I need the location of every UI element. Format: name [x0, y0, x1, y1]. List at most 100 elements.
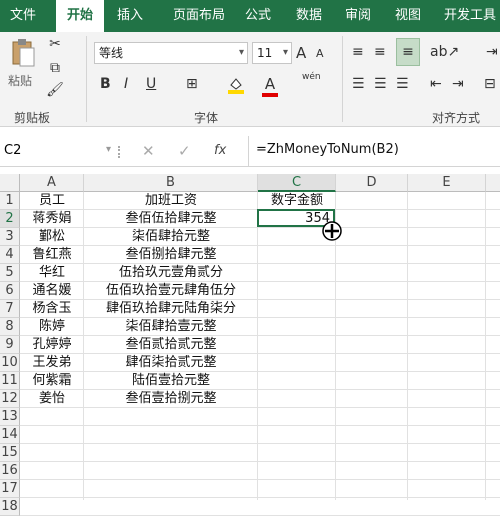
tab-data[interactable]: 数据 [286, 0, 332, 32]
cell-overtime-pay[interactable]: 肆佰柒拾贰元整 [84, 354, 258, 372]
font-name-dropdown[interactable]: 等线 ▾ [94, 42, 248, 64]
tab-page-layout[interactable]: 页面布局 [160, 0, 238, 32]
cell-overtime-pay[interactable]: 叁佰贰拾贰元整 [84, 336, 258, 354]
formula-input[interactable]: =ZhMoneyToNum(B2) [256, 142, 399, 157]
cell-overtime-pay[interactable]: 叁佰壹拾捌元整 [84, 390, 258, 408]
tab-review[interactable]: 审阅 [336, 0, 380, 32]
alignment-group-label: 对齐方式 [432, 111, 481, 125]
cell-overtime-pay[interactable]: 伍佰玖拾壹元肆角伍分 [84, 282, 258, 300]
header-cell-numeric-amount[interactable]: 数字金额 [258, 192, 336, 210]
column-header-c[interactable]: C [258, 174, 336, 192]
align-middle-icon[interactable]: ≡ [374, 44, 386, 60]
cell-overtime-pay[interactable]: 伍拾玖元壹角贰分 [84, 264, 258, 282]
column-header-e[interactable]: E [408, 174, 486, 192]
cell-employee[interactable]: 姜怡 [20, 390, 84, 408]
borders-icon[interactable]: ⊞ [186, 76, 198, 92]
row-header[interactable]: 9 [0, 336, 20, 354]
row-gridline [20, 425, 500, 426]
column-header-b[interactable]: B [84, 174, 258, 192]
row-header[interactable]: 14 [0, 426, 20, 444]
tab-view[interactable]: 视图 [386, 0, 430, 32]
row-header[interactable]: 5 [0, 264, 20, 282]
align-top-icon[interactable]: ≡ [352, 44, 364, 60]
row-gridline [20, 497, 500, 498]
font-size-dropdown[interactable]: 11 ▾ [252, 42, 292, 64]
row-header[interactable]: 15 [0, 444, 20, 462]
phonetic-guide-icon[interactable]: wén [302, 72, 321, 82]
row-header[interactable]: 10 [0, 354, 20, 372]
tab-developer[interactable]: 开发工具 [440, 0, 500, 32]
paste-icon[interactable] [10, 38, 36, 68]
insert-function-icon[interactable]: fx [214, 143, 226, 158]
name-box[interactable]: C2 [0, 140, 100, 162]
name-box-dropdown-icon[interactable]: ▾ [106, 144, 111, 155]
column-gridline [407, 192, 408, 500]
enter-icon[interactable]: ✓ [178, 142, 191, 160]
copy-icon[interactable]: ⧉ [46, 60, 64, 76]
row-header[interactable]: 17 [0, 480, 20, 498]
font-color-icon[interactable]: A [262, 74, 278, 97]
column-header-d[interactable]: D [336, 174, 408, 192]
formula-bar-splitter[interactable] [118, 146, 122, 158]
merge-center-icon[interactable]: ⊟ [484, 76, 496, 92]
cell-overtime-pay[interactable]: 柒佰肆拾壹元整 [84, 318, 258, 336]
cell-overtime-pay[interactable]: 叁佰伍拾肆元整 [84, 210, 258, 228]
cut-icon[interactable]: ✂ [46, 36, 64, 52]
group-divider [342, 36, 343, 122]
tab-file[interactable]: 文件 [0, 0, 46, 32]
row-header[interactable]: 6 [0, 282, 20, 300]
bold-button[interactable]: B [100, 76, 111, 92]
cell-employee[interactable]: 鲁红燕 [20, 246, 84, 264]
format-painter-icon[interactable]: 🖌 [46, 82, 64, 98]
cell-overtime-pay[interactable]: 叁佰捌拾肆元整 [84, 246, 258, 264]
decrease-indent-icon[interactable]: ⇤ [430, 76, 442, 92]
cell-employee[interactable]: 何紫霜 [20, 372, 84, 390]
tab-home[interactable]: 开始 [56, 0, 104, 32]
cell-employee[interactable]: 杨含玉 [20, 300, 84, 318]
row-header[interactable]: 12 [0, 390, 20, 408]
cancel-icon[interactable]: ✕ [142, 142, 155, 160]
align-center-icon[interactable]: ☰ [374, 76, 387, 92]
paste-button[interactable]: 粘贴 [8, 72, 32, 89]
row-header[interactable]: 7 [0, 300, 20, 318]
row-header[interactable]: 18 [0, 498, 20, 516]
column-header-f[interactable] [486, 174, 500, 192]
row-header[interactable]: 4 [0, 246, 20, 264]
row-header[interactable]: 2 [0, 210, 20, 228]
align-left-icon[interactable]: ☰ [352, 76, 365, 92]
row-header[interactable]: 1 [0, 192, 20, 210]
align-bottom-icon[interactable]: ≡ [396, 38, 420, 66]
increase-indent-icon[interactable]: ⇥ [452, 76, 464, 92]
cell-overtime-pay[interactable]: 肆佰玖拾肆元陆角柒分 [84, 300, 258, 318]
row-header[interactable]: 11 [0, 372, 20, 390]
align-right-icon[interactable]: ☰ [396, 76, 409, 92]
column-header-a[interactable]: A [20, 174, 84, 192]
cell-employee[interactable]: 华红 [20, 264, 84, 282]
orientation-icon[interactable]: ab↗ [430, 44, 459, 60]
header-cell-overtime-pay[interactable]: 加班工资 [84, 192, 258, 210]
header-cell-employee[interactable]: 员工 [20, 192, 84, 210]
grow-font-icon[interactable]: A [296, 44, 306, 62]
wrap-text-icon[interactable]: ⇥ [486, 44, 498, 60]
row-header[interactable]: 13 [0, 408, 20, 426]
tab-formulas[interactable]: 公式 [238, 0, 278, 32]
underline-button[interactable]: U [146, 76, 156, 92]
cell-employee[interactable]: 通名媛 [20, 282, 84, 300]
cell-employee[interactable]: 陈婷 [20, 318, 84, 336]
cell-employee[interactable]: 王发弟 [20, 354, 84, 372]
cell-employee[interactable]: 鄞松 [20, 228, 84, 246]
column-gridline [485, 192, 486, 500]
cell-employee[interactable]: 孔婷婷 [20, 336, 84, 354]
cell-employee[interactable]: 蒋秀娟 [20, 210, 84, 228]
cell-overtime-pay[interactable]: 柒佰肆拾元整 [84, 228, 258, 246]
row-header[interactable]: 3 [0, 228, 20, 246]
cell-overtime-pay[interactable]: 陆佰壹拾元整 [84, 372, 258, 390]
tab-insert[interactable]: 插入 [108, 0, 152, 32]
font-name-value: 等线 [99, 46, 124, 60]
shrink-font-icon[interactable]: A [316, 47, 324, 60]
row-header[interactable]: 16 [0, 462, 20, 480]
select-all-button[interactable] [0, 174, 20, 192]
row-header[interactable]: 8 [0, 318, 20, 336]
italic-button[interactable]: I [124, 76, 128, 92]
fill-color-icon[interactable] [228, 76, 244, 94]
